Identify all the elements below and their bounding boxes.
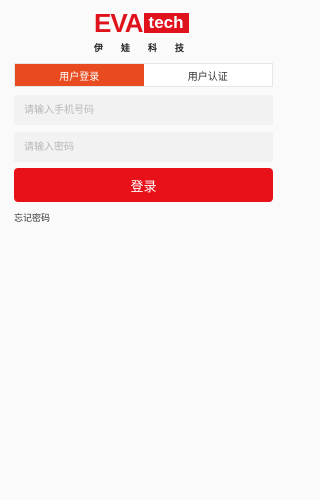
logo-char: 娃: [120, 44, 130, 54]
logo: EVA tech 伊 娃 科 技: [94, 8, 194, 55]
password-input[interactable]: [14, 132, 273, 162]
tab-user-verification[interactable]: 用户认证: [144, 64, 273, 86]
phone-input[interactable]: [14, 95, 273, 125]
logo-chinese-name: 伊 娃 科 技: [94, 41, 190, 54]
login-button[interactable]: 登录: [14, 168, 273, 202]
forgot-password-link[interactable]: 忘记密码: [14, 211, 50, 224]
logo-char: 技: [174, 44, 184, 54]
logo-char: 伊: [94, 44, 104, 54]
logo-char: 科: [147, 44, 157, 54]
logo-wordmark: EVA tech: [94, 8, 194, 38]
login-tabs: 用户登录 用户认证: [14, 63, 273, 87]
logo-tech-box: tech: [143, 13, 189, 33]
logo-eva-text: EVA: [94, 8, 144, 38]
tab-user-login[interactable]: 用户登录: [15, 64, 144, 86]
login-screen: EVA tech 伊 娃 科 技 用户登录 用户认证 登录 忘记密码: [0, 0, 286, 500]
